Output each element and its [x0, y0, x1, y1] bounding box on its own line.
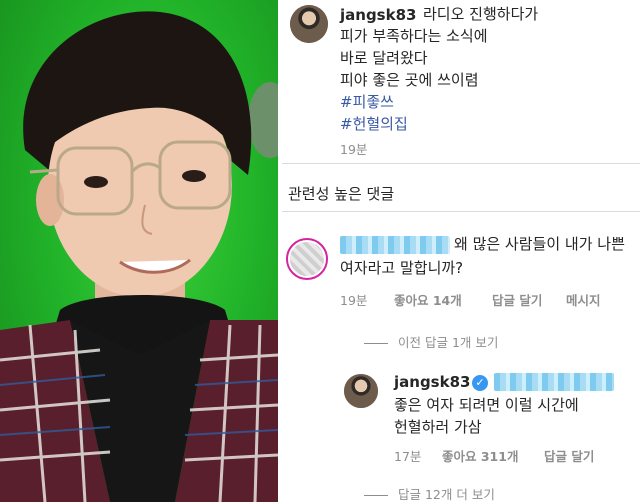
section-divider: [282, 163, 640, 164]
comments-sort-label[interactable]: 관련성 높은 댓글: [288, 183, 394, 204]
post-timestamp: 19분: [340, 142, 368, 157]
comment-text-line-1: 왜 많은 사람들이 내가 나쁜: [454, 235, 625, 253]
reply-text-line-2: 헌혈하러 가삼: [394, 418, 482, 436]
reply-text-line-1: 좋은 여자 되려면 이럴 시간에: [394, 396, 579, 414]
section-divider: [282, 211, 640, 212]
person-illustration: [0, 11, 278, 502]
blurred-commenter-username[interactable]: [340, 236, 450, 254]
reply-author-username[interactable]: jangsk83: [394, 373, 470, 391]
post-author-avatar[interactable]: [290, 5, 328, 43]
blurred-mentioned-username[interactable]: [494, 373, 614, 391]
view-more-replies[interactable]: 답글 12개 더 보기: [364, 484, 495, 502]
caption-line-1: 라디오 진행하다가: [423, 5, 539, 23]
reply-reply-button[interactable]: 답글 달기: [544, 446, 594, 465]
profile-photo: [0, 0, 278, 502]
instagram-comments-panel: jangsk83 라디오 진행하다가 피가 부족하다는 소식에 바로 달려왔다 …: [282, 0, 640, 502]
comment-message-button[interactable]: 메시지: [566, 290, 601, 309]
post-author-username[interactable]: jangsk83: [340, 6, 416, 24]
caption-line-2: 피가 부족하다는 소식에: [340, 27, 488, 45]
comment-timestamp: 19분: [340, 293, 368, 308]
caption-line-4: 피야 좋은 곳에 쓰이렴: [340, 71, 479, 89]
hashtag-link[interactable]: #헌혈의집: [340, 114, 408, 135]
reply-likes[interactable]: 좋아요 311개: [442, 446, 518, 465]
comment-text-line-2: 여자라고 말합니까?: [340, 259, 464, 277]
hashtag-link[interactable]: #피좋쓰: [340, 92, 394, 113]
reply-timestamp: 17분: [394, 449, 422, 464]
comment-reply-button[interactable]: 답글 달기: [492, 290, 542, 309]
caption-line-3: 바로 달려왔다: [340, 49, 428, 67]
verified-badge-icon: ✓: [472, 375, 488, 391]
view-previous-replies[interactable]: 이전 답글 1개 보기: [364, 332, 498, 351]
commenter-avatar[interactable]: [290, 242, 324, 276]
comment-likes[interactable]: 좋아요 14개: [394, 290, 462, 309]
reply-author-avatar[interactable]: [344, 374, 378, 408]
